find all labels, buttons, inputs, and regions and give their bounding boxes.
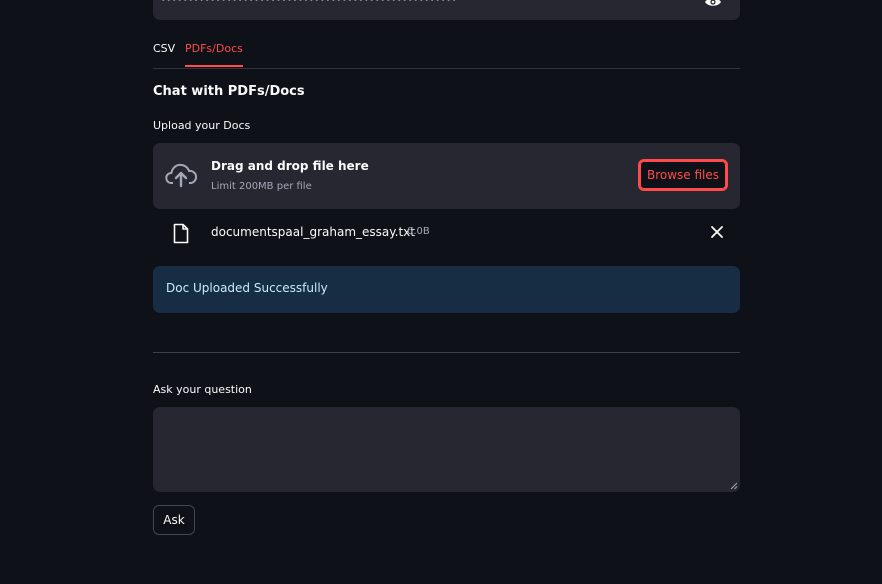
api-key-masked-value: ••••••••••••••••••••••••••••••••••••••••… [160, 0, 457, 6]
api-key-input[interactable]: ••••••••••••••••••••••••••••••••••••••••… [153, 0, 740, 20]
file-icon [173, 223, 189, 244]
info-message: Doc Uploaded Successfully [166, 281, 328, 295]
dropzone-limit: Limit 200MB per file [211, 181, 312, 192]
upload-label: Upload your Docs [153, 119, 251, 132]
uploaded-file-size: 0.0B [407, 226, 430, 237]
tab-pdfs-docs[interactable]: PDFs/Docs [185, 42, 243, 67]
browse-files-button[interactable]: Browse files [638, 159, 728, 191]
divider [153, 352, 740, 353]
question-textarea[interactable] [153, 407, 740, 492]
cloud-upload-icon [165, 163, 197, 188]
eye-icon[interactable] [704, 0, 722, 8]
success-info-box: Doc Uploaded Successfully [153, 266, 740, 313]
tab-bar: CSV PDFs/Docs [153, 38, 740, 69]
main-container: ••••••••••••••••••••••••••••••••••••••••… [153, 0, 740, 584]
uploaded-file-row: documentspaal_graham_essay.txt 0.0B [153, 216, 740, 250]
tab-csv[interactable]: CSV [153, 42, 175, 67]
uploaded-file-name: documentspaal_graham_essay.txt [211, 225, 415, 239]
dropzone-title: Drag and drop file here [211, 159, 369, 173]
file-dropzone[interactable]: Drag and drop file here Limit 200MB per … [153, 143, 740, 209]
close-icon[interactable] [710, 225, 724, 239]
question-label: Ask your question [153, 383, 252, 396]
resize-grip-icon[interactable] [730, 482, 738, 490]
section-subheader: Chat with PDFs/Docs [153, 84, 305, 99]
ask-button[interactable]: Ask [153, 505, 195, 535]
